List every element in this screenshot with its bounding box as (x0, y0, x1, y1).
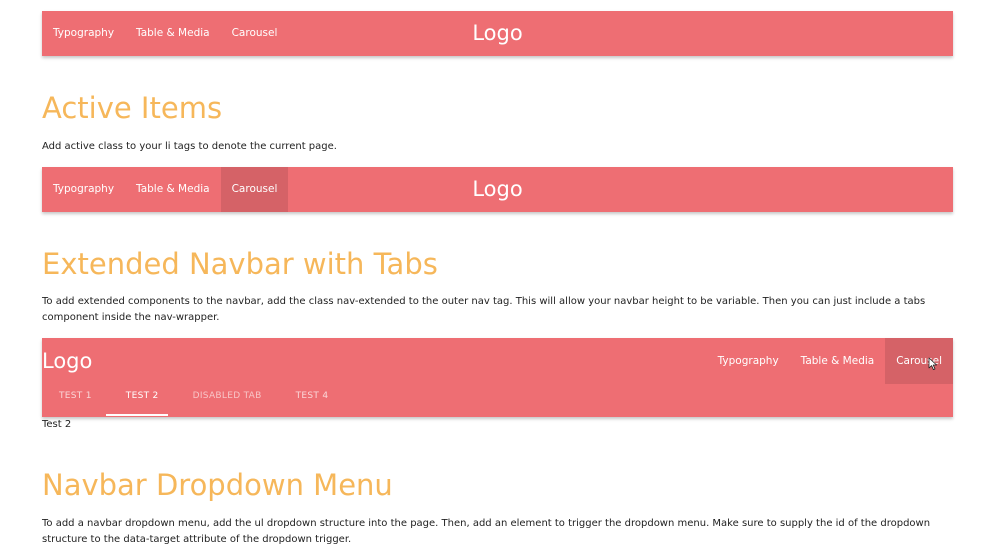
nav-link-carousel[interactable]: Carousel (221, 11, 289, 56)
mouse-cursor-icon (928, 357, 937, 370)
nav-link-carousel-active[interactable]: Carousel (220, 167, 289, 212)
navbar-logo[interactable]: Logo (42, 338, 92, 384)
tab-indicator (106, 414, 168, 416)
navbar-links: Typography Table & Media Carousel (42, 11, 288, 56)
navbar-links: Typography Table & Media Carousel (42, 167, 289, 212)
tab-content: Test 2 (42, 419, 72, 430)
navbar-tabs: TEST 1 TEST 2 DISABLED TAB TEST 4 (42, 384, 345, 417)
navbar-extended: Logo Typography Table & Media Carousel T… (42, 338, 953, 417)
section-heading-extended-navbar: Extended Navbar with Tabs (42, 247, 438, 281)
section-heading-navbar-dropdown: Navbar Dropdown Menu (42, 468, 393, 502)
section-text-extended-navbar: To add extended components to the navbar… (42, 296, 926, 323)
page: Logo Typography Table & Media Carousel A… (0, 0, 986, 552)
tab-test-1[interactable]: TEST 1 (42, 384, 109, 417)
tab-disabled: DISABLED TAB (192, 391, 262, 401)
section-text-navbar-dropdown: To add a navbar dropdown menu, add the u… (42, 518, 931, 545)
nav-link-table-media[interactable]: Table & Media (790, 338, 886, 384)
nav-link-typography[interactable]: Typography (42, 167, 125, 212)
nav-link-table-media[interactable]: Table & Media (125, 167, 221, 212)
navbar-active-items: Logo Typography Table & Media Carousel (42, 167, 953, 212)
nav-link-table-media[interactable]: Table & Media (125, 11, 221, 56)
nav-link-carousel-active[interactable]: Carousel (885, 338, 953, 384)
tab-test-4[interactable]: TEST 4 (279, 384, 346, 417)
section-text-active-items: Add active class to your li tags to deno… (42, 141, 337, 152)
tab-test-2[interactable]: TEST 2 (109, 384, 176, 417)
navbar-basic: Logo Typography Table & Media Carousel (42, 11, 953, 56)
nav-link-typography[interactable]: Typography (707, 338, 790, 384)
navbar-links: Typography Table & Media Carousel (707, 338, 953, 384)
section-heading-active-items: Active Items (42, 91, 223, 125)
nav-link-typography[interactable]: Typography (42, 11, 125, 56)
